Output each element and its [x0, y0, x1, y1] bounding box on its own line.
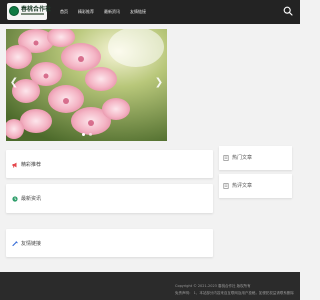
- widget-title: 热门文章: [223, 154, 252, 161]
- section-title-text: 最新资讯: [21, 196, 42, 202]
- hero-slider[interactable]: ❮ ❯: [6, 29, 167, 141]
- logo-subline: [21, 13, 44, 15]
- logo-text: 春桃合作社: [21, 6, 52, 13]
- slider-dots: [6, 133, 167, 136]
- site-header: 春桃合作社 首页 精彩推荐 最新资讯 友情链接: [0, 0, 300, 24]
- slider-dot[interactable]: [81, 133, 85, 136]
- nav-item-recommend[interactable]: 精彩推荐: [78, 9, 94, 15]
- widget-title-text: 热门文章: [232, 155, 253, 161]
- section-title-text: 友情链接: [21, 241, 42, 247]
- logo-emblem-icon: [9, 6, 19, 16]
- section-title: 最新资讯: [12, 195, 41, 202]
- nav-item-links[interactable]: 友情链接: [130, 9, 146, 15]
- section-latest: 最新资讯: [6, 184, 213, 213]
- main-nav: 首页 精彩推荐 最新资讯 友情链接: [60, 0, 156, 24]
- slider-image: [6, 29, 167, 141]
- nav-item-home[interactable]: 首页: [60, 9, 68, 15]
- slider-dot[interactable]: [88, 133, 92, 136]
- widget-title: 热评文章: [223, 182, 252, 189]
- nav-item-latest[interactable]: 最新资讯: [104, 9, 120, 15]
- document-icon: [223, 154, 229, 161]
- section-title-text: 精彩推荐: [21, 162, 42, 168]
- widget-title-text: 热评文章: [232, 183, 253, 189]
- slider-next-icon[interactable]: ❯: [154, 76, 164, 90]
- site-footer: Copyright © 2021-2023 春桃合作社 版权所有 免责声明： 1…: [0, 272, 300, 300]
- site-logo[interactable]: 春桃合作社: [7, 3, 51, 20]
- disclaimer-text: 免责声明： 1、本站部分内容来自互联网及用户投稿，如侵犯权益请联系删除: [175, 291, 294, 295]
- widget-popular-articles: 热评文章: [219, 174, 292, 198]
- slider-prev-icon[interactable]: ❮: [9, 76, 19, 90]
- copyright-text: Copyright © 2021-2023 春桃合作社 版权所有: [175, 284, 251, 288]
- search-icon[interactable]: [283, 6, 293, 16]
- section-title: 精彩推荐: [12, 161, 41, 168]
- widget-hot-articles: 热门文章: [219, 146, 292, 170]
- section-recommend: 精彩推荐: [6, 150, 213, 178]
- section-links: 友情链接: [6, 229, 213, 257]
- document-icon: [223, 182, 229, 189]
- megaphone-icon: [12, 162, 17, 168]
- link-icon: [12, 240, 18, 246]
- clock-icon: [12, 195, 18, 202]
- section-title: 友情链接: [12, 240, 41, 247]
